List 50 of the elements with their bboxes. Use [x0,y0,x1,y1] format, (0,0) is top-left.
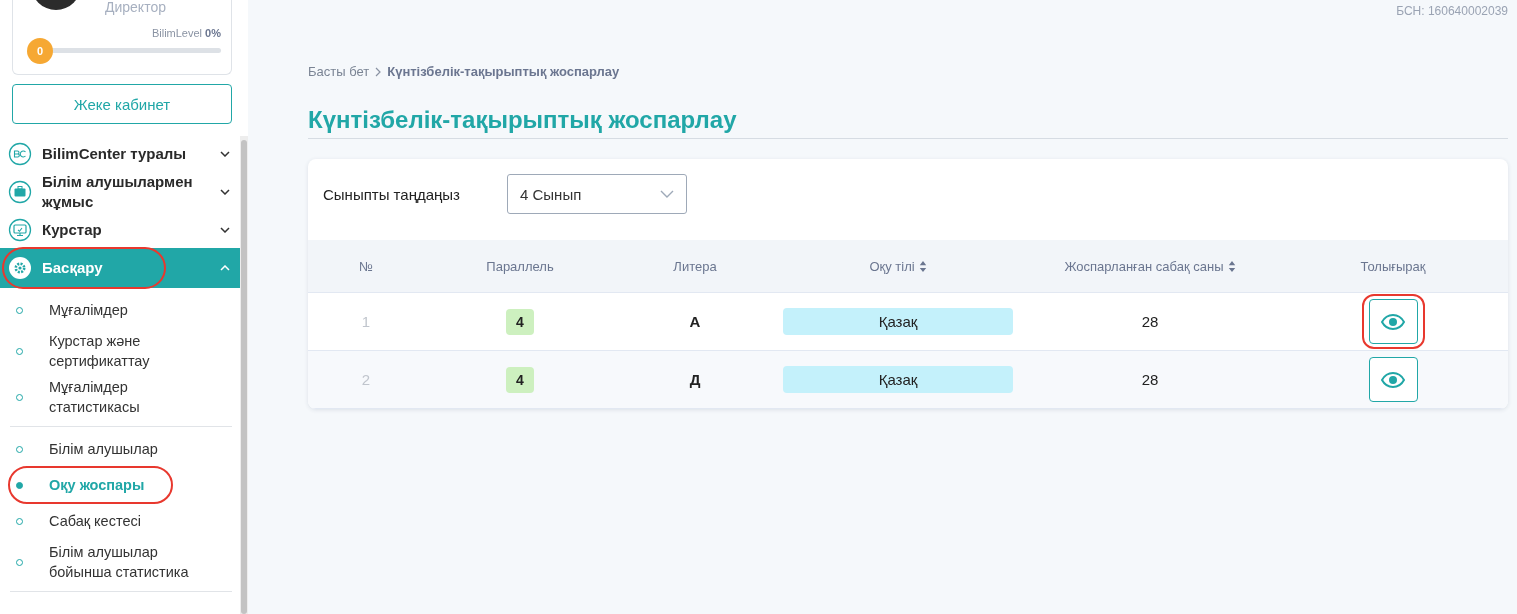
column-header: Литера [616,240,774,293]
submenu-item[interactable]: Білім алушылар бойынша статистика [10,539,232,585]
filter-label: Сыныпты таңдаңыз [323,185,461,203]
settings-icon [8,256,32,280]
view-button[interactable] [1368,357,1418,402]
bc-logo-icon [8,142,32,166]
view-button[interactable] [1368,299,1418,344]
column-header[interactable]: Жоспарланған сабақ саны [1022,240,1278,293]
menu-item[interactable]: BilimCenter туралы [0,136,240,172]
eye-icon [1381,371,1405,388]
bin-number: БСН: 160640002039 [1396,4,1508,18]
level-label: BilimLevel 0% [150,27,221,39]
briefcase-icon [8,180,32,204]
chevron-icon [220,227,230,233]
sort-icon [918,260,927,272]
bullet-icon [16,481,23,489]
submenu-item[interactable]: Мұғалімдер статистикасы [10,374,232,420]
column-header: № [308,240,424,293]
parallel-badge: 4 [506,308,534,335]
submenu-item[interactable]: Білім алушылар [10,431,232,467]
litera-text: А [689,313,701,330]
chevron-icon [220,189,230,195]
sort-icon [1227,260,1236,272]
breadcrumb-link[interactable]: Басты бет [308,64,370,79]
menu-item[interactable]: Білім алушылармен жұмыс [0,172,240,212]
column-header: Толығырақ [1278,240,1508,293]
language-tag: Қазақ [783,366,1013,393]
submenu-item[interactable]: Мұғалімдер [10,292,232,328]
monitor-icon [8,218,32,242]
chevron-down-icon [660,190,674,198]
class-select[interactable]: 4 Сынып [507,174,687,214]
submenu-item[interactable]: Сабақ кестесі [10,503,232,539]
menu-item[interactable]: Курстар [0,212,240,248]
user-role: Директор [105,0,167,14]
chevron-right-icon [375,66,382,77]
column-header: Параллель [424,240,616,293]
scrollbar[interactable] [240,136,248,614]
submenu-item[interactable]: Курстар және сертификаттау [10,328,232,374]
chevron-icon [220,265,230,271]
language-tag: Қазақ [783,308,1013,335]
eye-icon [1381,313,1405,330]
lessons-count: 28 [1141,371,1159,388]
chevron-icon [220,151,230,157]
page-title: Күнтізбелік-тақырыптық жоспарлау [308,106,1508,139]
parallel-badge: 4 [506,366,534,393]
column-header[interactable]: Оқу тілі [774,240,1022,293]
row-number: 1 [361,313,371,330]
lessons-count: 28 [1141,313,1159,330]
litera-text: Д [689,371,701,388]
level-badge: 0 [27,38,53,64]
